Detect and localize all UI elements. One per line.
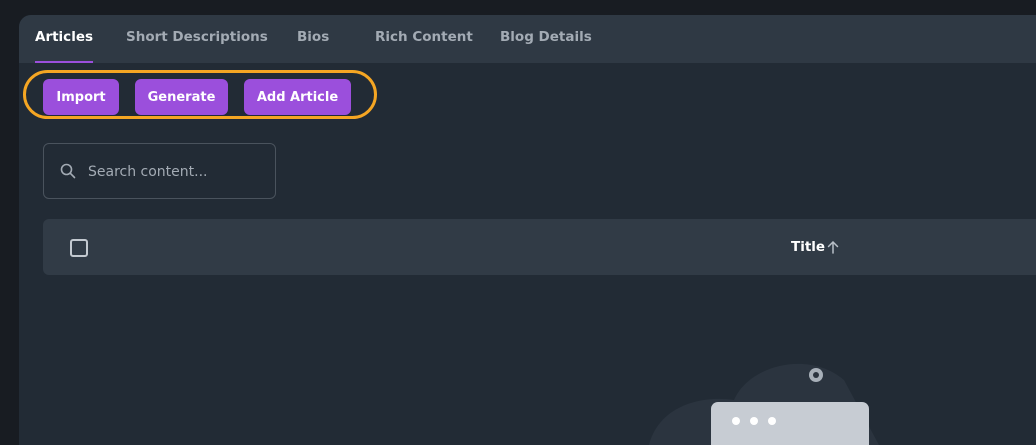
select-all-checkbox[interactable] <box>70 239 88 257</box>
tab-bios[interactable]: Bios <box>297 15 329 63</box>
generate-button[interactable]: Generate <box>135 79 228 115</box>
tab-articles[interactable]: Articles <box>35 15 94 63</box>
empty-state-illustration <box>649 363 879 445</box>
search-input[interactable] <box>86 144 270 200</box>
content-panel: Articles Short Descriptions Bios Rich Co… <box>19 15 1036 445</box>
search-icon <box>60 163 76 179</box>
sort-ascending-icon[interactable] <box>827 240 839 254</box>
import-button[interactable]: Import <box>43 79 119 115</box>
tab-rich-content[interactable]: Rich Content <box>375 15 473 63</box>
column-title[interactable]: Title <box>791 239 825 255</box>
tab-bar: Articles Short Descriptions Bios Rich Co… <box>19 15 1036 63</box>
table-header: Title <box>43 219 1036 275</box>
tab-blog-details[interactable]: Blog Details <box>500 15 592 63</box>
tab-short-descriptions[interactable]: Short Descriptions <box>126 15 268 63</box>
add-article-button[interactable]: Add Article <box>244 79 351 115</box>
search-box[interactable] <box>43 143 276 200</box>
